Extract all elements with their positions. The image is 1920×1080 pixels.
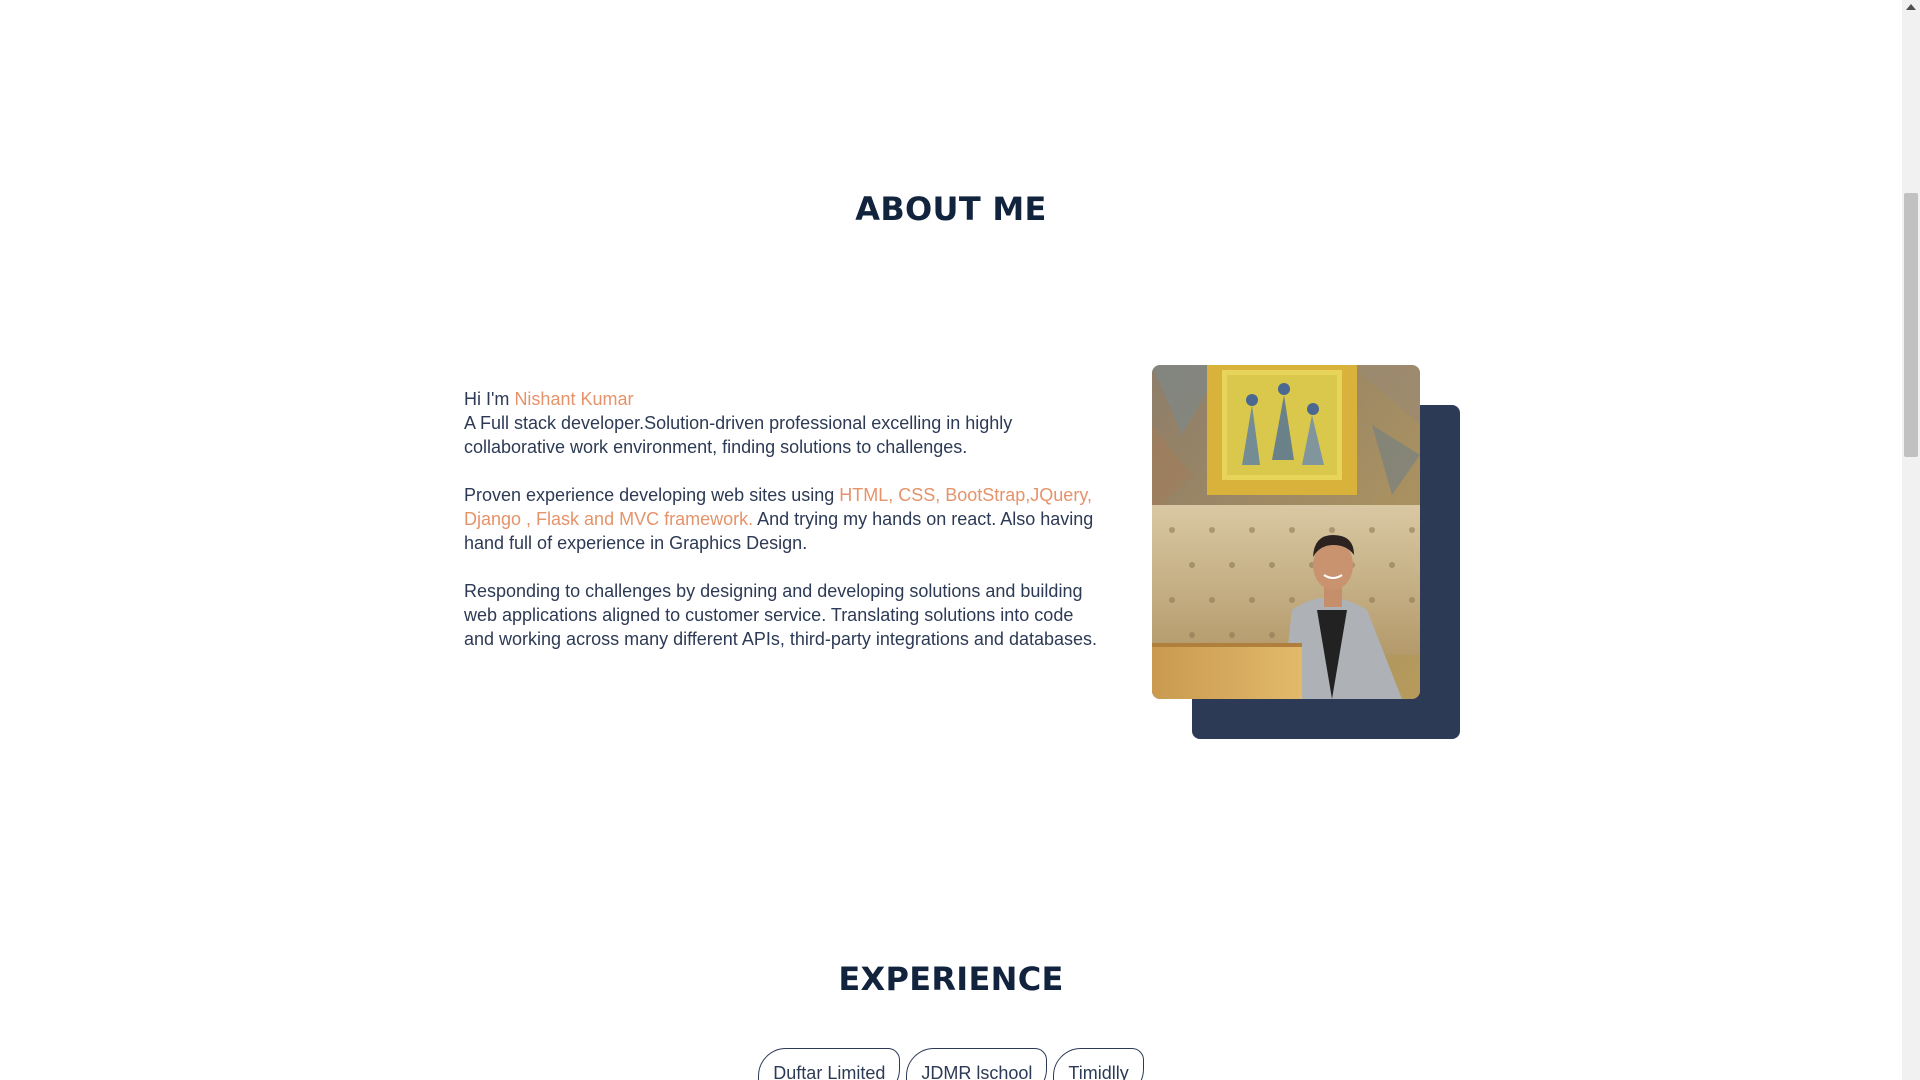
page: ABOUT ME Hi I'm Nishant Kumar A Full sta… (0, 0, 1920, 1080)
greeting-prefix: Hi I'm (464, 389, 515, 409)
about-intro: A Full stack developer.Solution-driven p… (464, 413, 1013, 457)
experience-section-title: EXPERIENCE (838, 960, 1064, 998)
experience-tabs: Duftar Limited JDMR lschool Timidlly (0, 1048, 1902, 1080)
about-responsibilities-paragraph: Responding to challenges by designing an… (464, 581, 1098, 649)
experience-prefix: Proven experience developing web sites u… (464, 485, 840, 505)
about-greeting: Hi I'm Nishant Kumar (464, 387, 1100, 411)
tab-duftar-limited[interactable]: Duftar Limited (758, 1048, 901, 1080)
tab-jdmr-lschool[interactable]: JDMR lschool (906, 1048, 1048, 1080)
vertical-scrollbar[interactable] (1902, 0, 1920, 1080)
scrollbar-thumb[interactable] (1904, 193, 1918, 457)
about-description: Hi I'm Nishant Kumar A Full stack develo… (464, 387, 1100, 675)
author-name: Nishant Kumar (514, 389, 634, 409)
about-experience-paragraph: Proven experience developing web sites u… (464, 483, 1100, 555)
about-section-title: ABOUT ME (855, 190, 1047, 228)
profile-photo (1152, 365, 1420, 699)
tab-timidlly[interactable]: Timidlly (1053, 1048, 1144, 1080)
triangle-up-icon[interactable] (1906, 4, 1916, 10)
main-content[interactable]: ABOUT ME Hi I'm Nishant Kumar A Full sta… (0, 0, 1902, 1080)
profile-photo-illustration (1152, 365, 1420, 699)
